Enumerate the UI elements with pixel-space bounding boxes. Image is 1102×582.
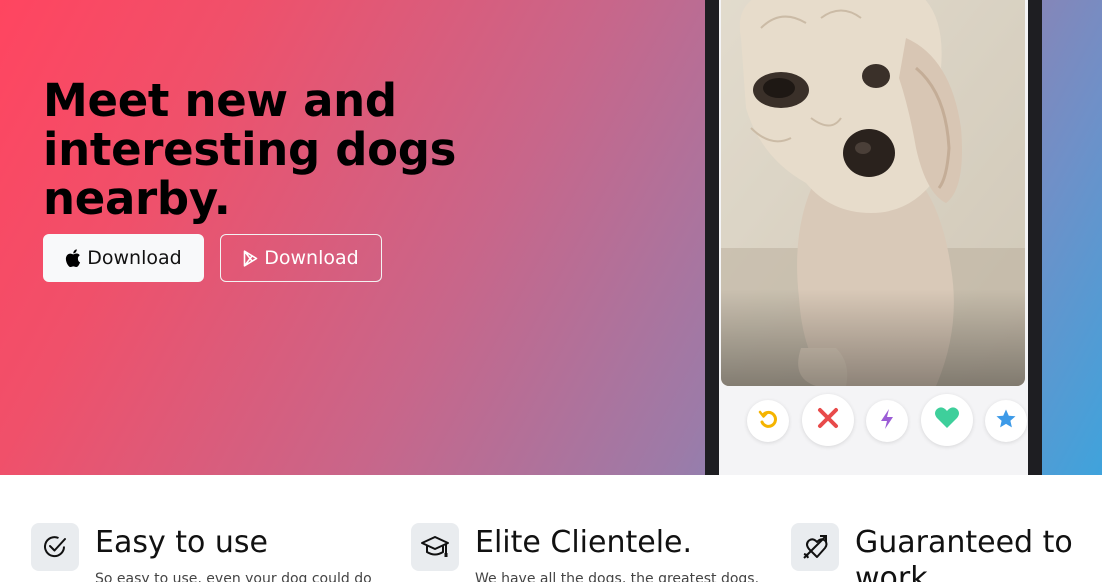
close-icon — [816, 406, 840, 434]
like-button[interactable] — [921, 394, 973, 446]
rewind-button[interactable] — [747, 400, 789, 442]
feature-title: Easy to use — [95, 525, 269, 560]
phone-mockup — [705, 0, 1042, 475]
download-apple-label: Download — [87, 247, 182, 269]
heart-icon — [934, 406, 960, 434]
feature-text: We have all the dogs, the greatest dogs. — [475, 571, 760, 582]
download-google-play-button[interactable]: Download — [220, 234, 382, 282]
phone-screen — [719, 0, 1028, 475]
dog-photo — [721, 0, 1025, 386]
google-play-icon — [243, 249, 258, 267]
super-like-button[interactable] — [985, 400, 1027, 442]
boost-button[interactable] — [866, 400, 908, 442]
feature-text: So easy to use, even your dog could do — [95, 571, 372, 582]
star-icon — [995, 408, 1017, 434]
apple-icon — [65, 249, 81, 267]
features-section: Easy to use So easy to use, even your do… — [0, 475, 1102, 582]
download-google-play-label: Download — [264, 247, 359, 269]
hero-title: Meet new and interesting dogs nearby. — [43, 74, 457, 225]
feature-title: Elite Clientele. — [475, 525, 693, 560]
hero-section: Meet new and interesting dogs nearby. Do… — [0, 0, 1102, 475]
check-circle-icon — [31, 523, 79, 571]
rewind-icon — [757, 408, 779, 434]
feature-title: Guaranteed to work — [855, 525, 1073, 582]
lightning-icon — [879, 408, 895, 434]
arrow-through-heart-icon — [791, 523, 839, 571]
download-apple-button[interactable]: Download — [43, 234, 204, 282]
nope-button[interactable] — [802, 394, 854, 446]
mortarboard-icon — [411, 523, 459, 571]
swipe-actions — [719, 394, 1028, 450]
